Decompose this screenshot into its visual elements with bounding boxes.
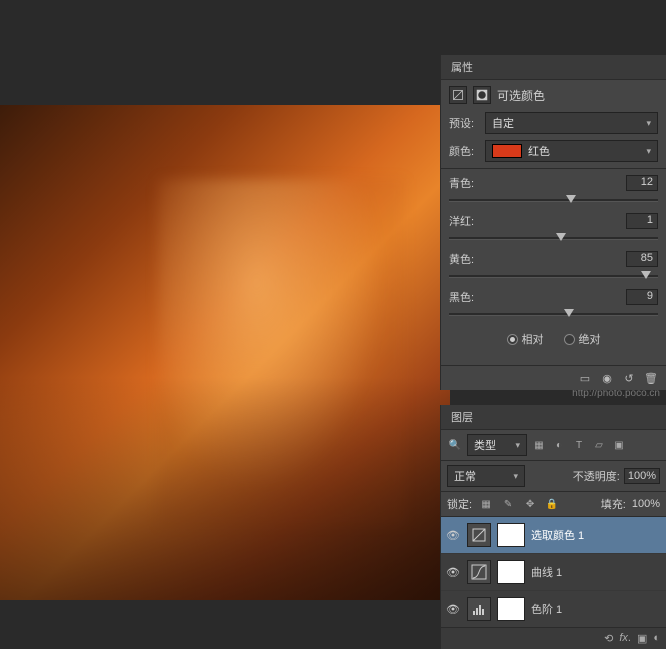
lock-move-icon[interactable]: ✥ (522, 497, 538, 511)
visibility-eye-icon[interactable]: 👁 (445, 566, 461, 579)
layer-name[interactable]: 曲线 1 (531, 564, 562, 580)
filter-search-icon[interactable]: 🔍 (447, 438, 463, 452)
layer-mask-thumb[interactable] (497, 523, 525, 547)
layer-name[interactable]: 色阶 1 (531, 601, 562, 617)
new-adjustment-icon[interactable]: ◐ (653, 632, 660, 645)
layer-mask-thumb[interactable] (497, 560, 525, 584)
slider-track[interactable] (449, 231, 658, 245)
preset-label: 预设: (449, 115, 479, 131)
adjustment-thumb-icon (467, 560, 491, 584)
opacity-value[interactable]: 100% (624, 468, 660, 484)
clip-icon[interactable]: ▭ (576, 370, 594, 386)
slider-thumb-icon[interactable] (564, 309, 574, 317)
preset-value: 自定 (492, 115, 514, 131)
add-mask-icon[interactable]: ▣ (637, 632, 647, 645)
layer-fx-icon[interactable]: fx. (619, 632, 631, 645)
slider-label: 黄色: (449, 251, 474, 267)
blend-mode-select[interactable]: 正常 (447, 465, 525, 487)
layer-name[interactable]: 选取颜色 1 (531, 527, 584, 543)
radio-dot-icon (564, 334, 575, 345)
slider-thumb-icon[interactable] (641, 271, 651, 279)
adjustment-thumb-icon (467, 597, 491, 621)
preset-select[interactable]: 自定 (485, 112, 658, 134)
adjustment-icon (449, 86, 467, 104)
adjustment-thumb-icon (467, 523, 491, 547)
link-layers-icon[interactable]: ⟲ (604, 632, 613, 645)
view-previous-icon[interactable]: ◉ (598, 370, 616, 386)
visibility-eye-icon[interactable]: 👁 (445, 529, 461, 542)
slider-value[interactable]: 9 (626, 289, 658, 305)
layer-row[interactable]: 👁 色阶 1 (441, 591, 666, 627)
fill-value[interactable]: 100% (632, 498, 660, 510)
filter-pixel-icon[interactable]: ▦ (531, 438, 547, 452)
properties-tab[interactable]: 属性 (441, 55, 666, 80)
slider-value[interactable]: 12 (626, 175, 658, 191)
color-select[interactable]: 红色 (485, 140, 658, 162)
document-canvas[interactable] (0, 105, 450, 600)
color-swatch (492, 144, 522, 158)
slider-value[interactable]: 1 (626, 213, 658, 229)
filter-smart-icon[interactable]: ▣ (611, 438, 627, 452)
mask-icon (473, 86, 491, 104)
slider-thumb-icon[interactable] (556, 233, 566, 241)
slider-track[interactable] (449, 193, 658, 207)
lock-transparency-icon[interactable]: ▦ (478, 497, 494, 511)
layer-mask-thumb[interactable] (497, 597, 525, 621)
lock-brush-icon[interactable]: ✎ (500, 497, 516, 511)
layer-row[interactable]: 👁 曲线 1 (441, 554, 666, 591)
slider-label: 黑色: (449, 289, 474, 305)
properties-title: 可选颜色 (497, 87, 545, 104)
mode-relative[interactable]: 相对 (507, 331, 544, 347)
layers-tab[interactable]: 图层 (441, 405, 666, 430)
slider-track[interactable] (449, 269, 658, 283)
color-label: 颜色: (449, 143, 479, 159)
trash-icon[interactable]: 🗑 (642, 370, 660, 386)
mode-absolute[interactable]: 绝对 (564, 331, 601, 347)
filter-type-icon[interactable]: T (571, 438, 587, 452)
reset-icon[interactable]: ↺ (620, 370, 638, 386)
filter-adjust-icon[interactable]: ◐ (551, 438, 567, 452)
slider-track[interactable] (449, 307, 658, 321)
lock-label: 锁定: (447, 496, 472, 512)
slider-value[interactable]: 85 (626, 251, 658, 267)
filter-shape-icon[interactable]: ▱ (591, 438, 607, 452)
lock-all-icon[interactable]: 🔒 (544, 497, 560, 511)
filter-kind-select[interactable]: 类型 (467, 434, 527, 456)
visibility-eye-icon[interactable]: 👁 (445, 603, 461, 616)
radio-dot-icon (507, 334, 518, 345)
layers-panel: 图层 🔍 类型 ▦ ◐ T ▱ ▣ 正常 不透明度: 100% 锁定: ▦ ✎ … (440, 405, 666, 649)
layer-row[interactable]: 👁 选取颜色 1 (441, 517, 666, 554)
properties-panel: 属性 可选颜色 预设: 自定 颜色: 红色 青色:12洋红:1黄色:85黑 (440, 55, 666, 390)
slider-thumb-icon[interactable] (566, 195, 576, 203)
slider-label: 洋红: (449, 213, 474, 229)
opacity-label: 不透明度: (573, 468, 620, 484)
color-value: 红色 (528, 143, 640, 159)
fill-label: 填充: (601, 496, 626, 512)
slider-label: 青色: (449, 175, 474, 191)
